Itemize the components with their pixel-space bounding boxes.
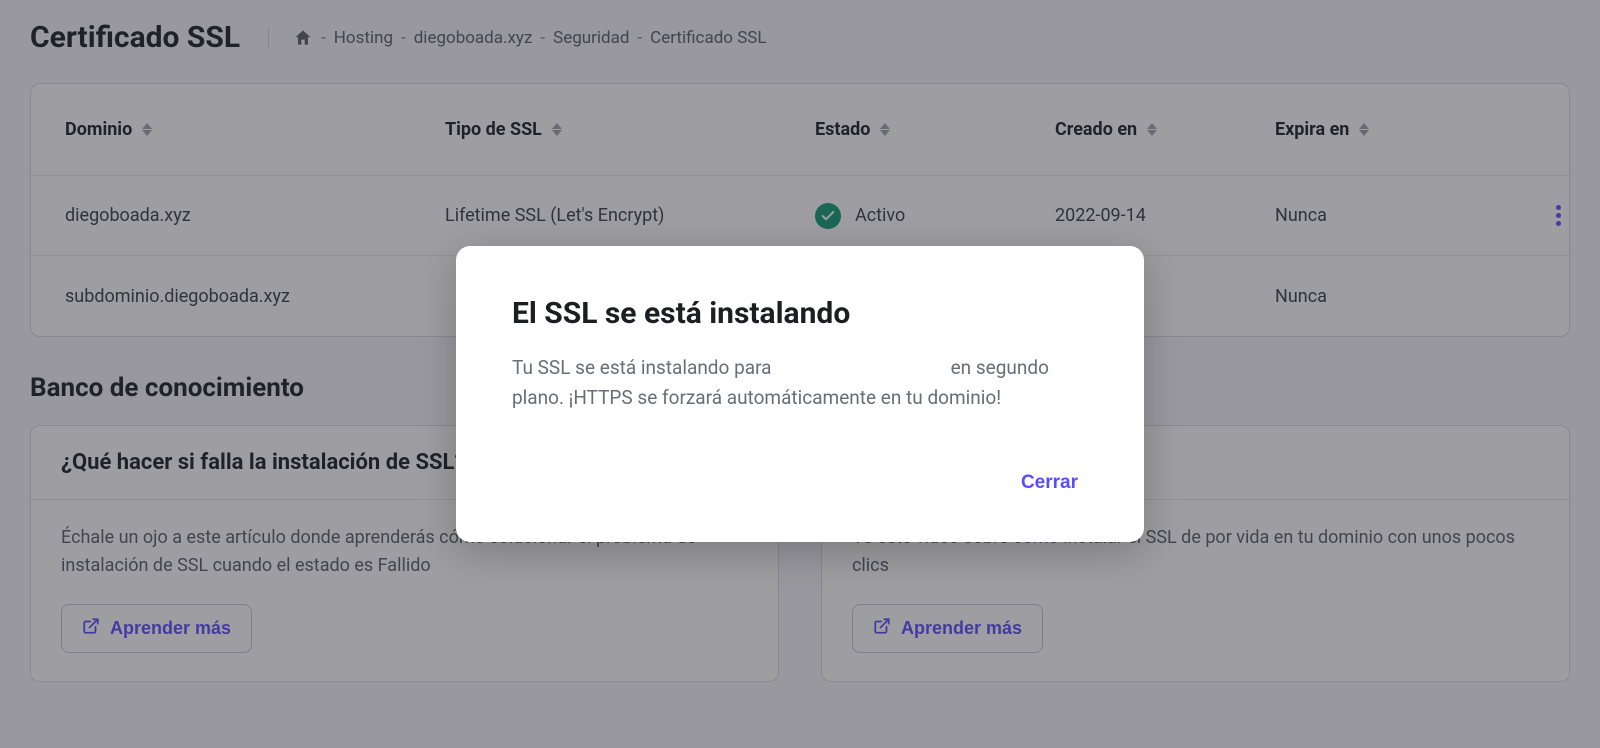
ssl-installing-modal: El SSL se está instalando Tu SSL se está…	[456, 246, 1144, 542]
modal-overlay[interactable]: El SSL se está instalando Tu SSL se está…	[0, 0, 1600, 748]
modal-title: El SSL se está instalando	[512, 296, 1088, 331]
modal-body: Tu SSL se está instalando para en segund…	[512, 353, 1088, 414]
close-button[interactable]: Cerrar	[1011, 464, 1088, 502]
modal-actions: Cerrar	[512, 464, 1088, 502]
